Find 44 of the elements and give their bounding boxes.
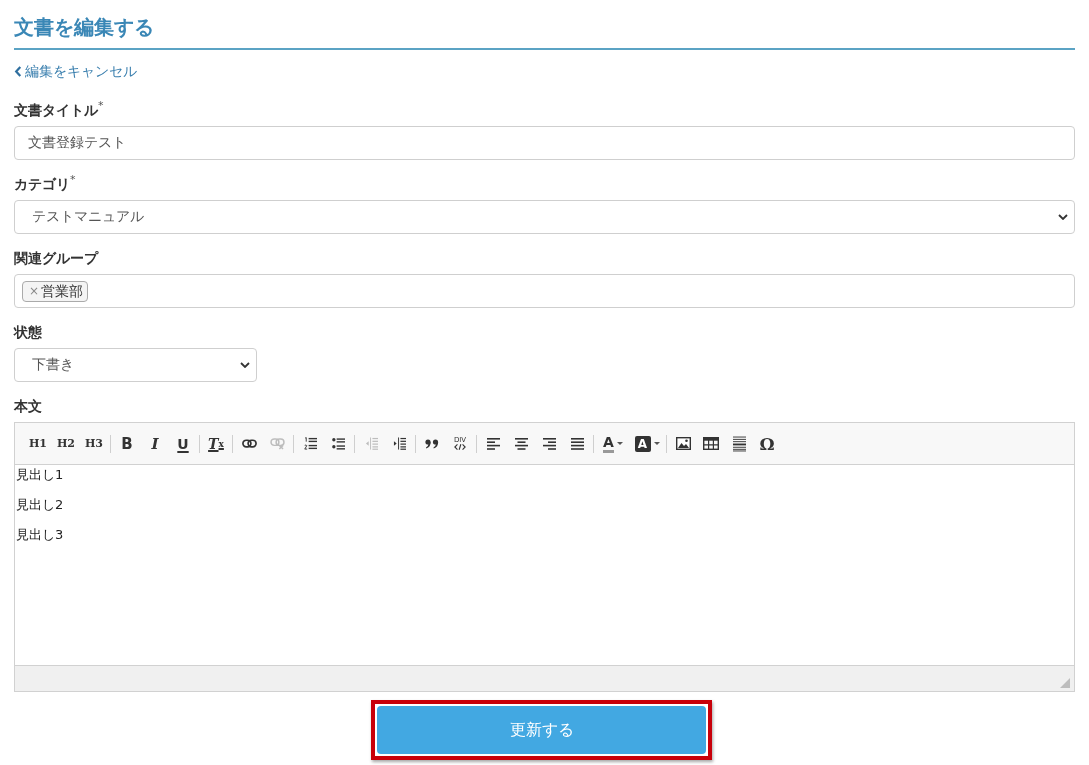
heading-button[interactable]: H1	[26, 431, 50, 456]
group-tag-input[interactable]: ×営業部	[14, 274, 1075, 308]
category-select[interactable]: テストマニュアル	[14, 200, 1075, 234]
resize-grip-icon[interactable]	[1060, 678, 1070, 688]
bulleted-list-icon	[331, 437, 345, 450]
caret-icon	[616, 442, 623, 445]
outdent-icon	[364, 437, 378, 450]
chevron-left-icon	[14, 65, 22, 77]
caret-icon	[653, 442, 660, 445]
special-character-button[interactable]: Ω	[755, 431, 779, 456]
chevron-down-icon	[240, 362, 250, 368]
background-color-button[interactable]: A	[632, 431, 662, 456]
quote-icon	[424, 438, 440, 449]
code-brackets-icon	[454, 444, 466, 450]
heading-button[interactable]: H3	[82, 431, 106, 456]
text-color-button[interactable]: A	[598, 431, 628, 456]
italic-button[interactable]: I	[143, 431, 167, 456]
bold-button[interactable]: B	[115, 431, 139, 456]
field-label: 関連グループ	[14, 250, 100, 266]
align-center-icon	[514, 437, 528, 450]
chain-link-icon	[241, 439, 257, 448]
field-label: 文書タイトル$^{*}$	[14, 102, 105, 118]
align-right-icon	[542, 437, 556, 450]
justify-icon	[570, 437, 584, 450]
status-select[interactable]: 下書き	[14, 348, 257, 382]
field-label: カテゴリ$^{*}$	[14, 176, 77, 192]
table-icon	[703, 437, 719, 450]
field-label: 状態	[14, 324, 43, 340]
field-label: 本文	[14, 398, 43, 414]
underline-button[interactable]: U	[171, 431, 195, 456]
broken-chain-icon	[269, 437, 285, 450]
horizontal-rule-icon	[732, 435, 746, 452]
page-title: 文書を編集する	[14, 0, 1075, 50]
heading-button[interactable]: H2	[54, 431, 78, 456]
body-paragraph: 見出し2	[16, 496, 65, 514]
indent-icon	[392, 437, 406, 450]
image-icon	[675, 437, 691, 450]
body-paragraph: 見出し1	[16, 466, 65, 484]
body-paragraph: 見出し3	[16, 526, 65, 544]
chevron-down-icon	[1058, 214, 1068, 220]
align-left-icon	[486, 437, 500, 450]
numbered-list-icon	[303, 437, 317, 450]
title-input[interactable]: 文書登録テスト	[14, 126, 1075, 160]
tag-label: 営業部	[41, 282, 84, 300]
